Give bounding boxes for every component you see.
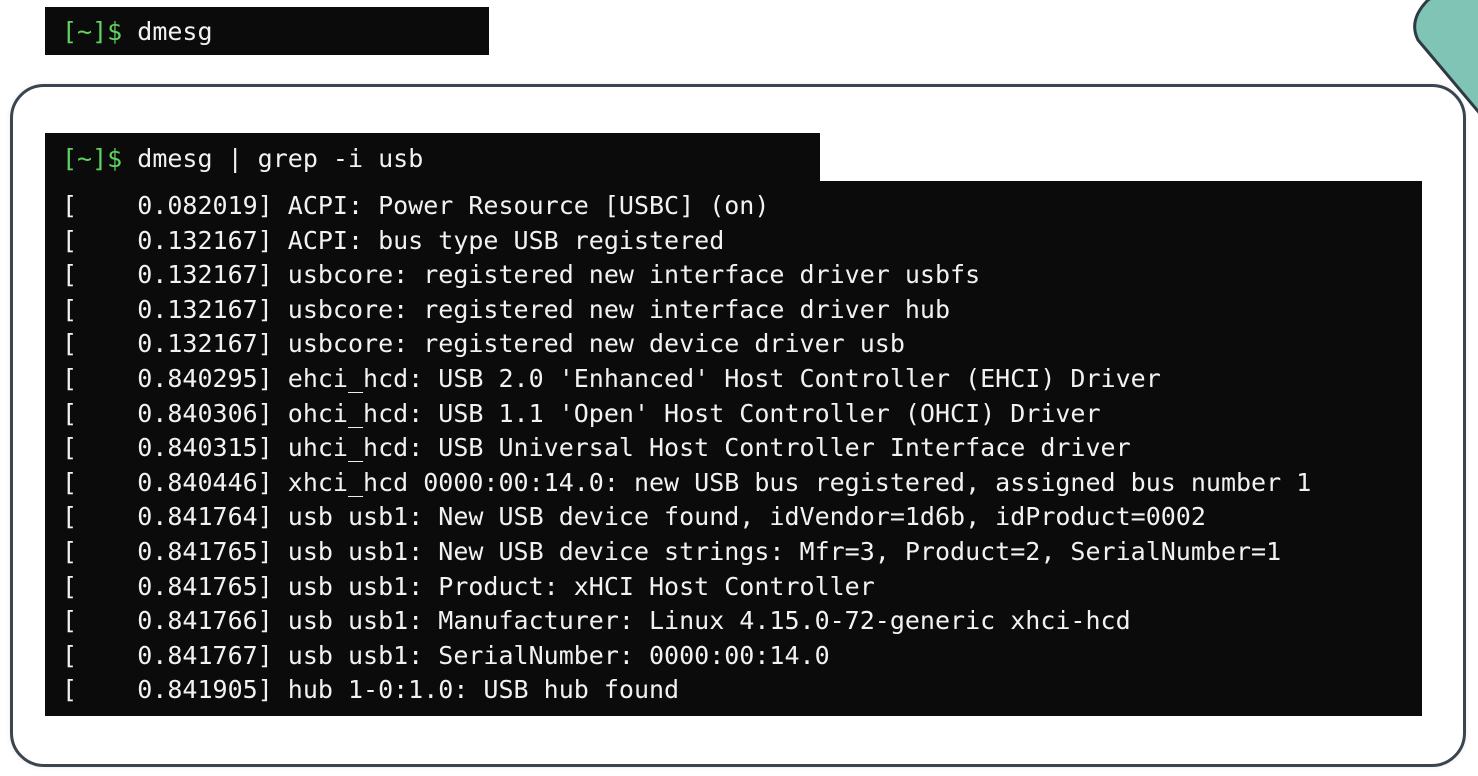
log-line: [ 0.840446] xhci_hcd 0000:00:14.0: new U…: [62, 467, 1312, 497]
log-line: [ 0.840306] ohci_hcd: USB 1.1 'Open' Hos…: [62, 398, 1101, 428]
log-line: [ 0.841767] usb usb1: SerialNumber: 0000…: [62, 640, 830, 670]
terminal-output: [ 0.082019] ACPI: Power Resource [USBC] …: [45, 181, 1422, 716]
terminal-prompt-symbol: [~]$: [62, 143, 123, 173]
log-line: [ 0.082019] ACPI: Power Resource [USBC] …: [62, 191, 770, 220]
log-line: [ 0.841765] usb usb1: Product: xHCI Host…: [62, 571, 875, 601]
log-line: [ 0.841766] usb usb1: Manufacturer: Linu…: [62, 606, 1131, 636]
log-line: [ 0.841764] usb usb1: New USB device fou…: [62, 502, 1206, 532]
log-line: [ 0.841905] hub 1-0:1.0: USB hub found: [62, 675, 680, 705]
top-terminal-command: dmesg: [122, 16, 213, 46]
terminal-command-line: [~]$ dmesg | grep -i usb: [45, 133, 820, 183]
log-line: [ 0.132167] usbcore: registered new devi…: [62, 329, 905, 359]
top-terminal-prompt: [~]$ dmesg: [45, 7, 489, 55]
log-line: [ 0.132167] usbcore: registered new inte…: [62, 260, 981, 290]
log-line: [ 0.132167] ACPI: bus type USB registere…: [62, 225, 725, 255]
log-line: [ 0.840295] ehci_hcd: USB 2.0 'Enhanced'…: [62, 363, 1161, 393]
terminal-command: dmesg | grep -i usb: [122, 143, 424, 173]
top-terminal-prompt-symbol: [~]$: [62, 16, 123, 46]
log-line: [ 0.840315] uhci_hcd: USB Universal Host…: [62, 433, 1131, 463]
log-line: [ 0.841765] usb usb1: New USB device str…: [62, 536, 1282, 566]
log-line: [ 0.132167] usbcore: registered new inte…: [62, 294, 951, 324]
